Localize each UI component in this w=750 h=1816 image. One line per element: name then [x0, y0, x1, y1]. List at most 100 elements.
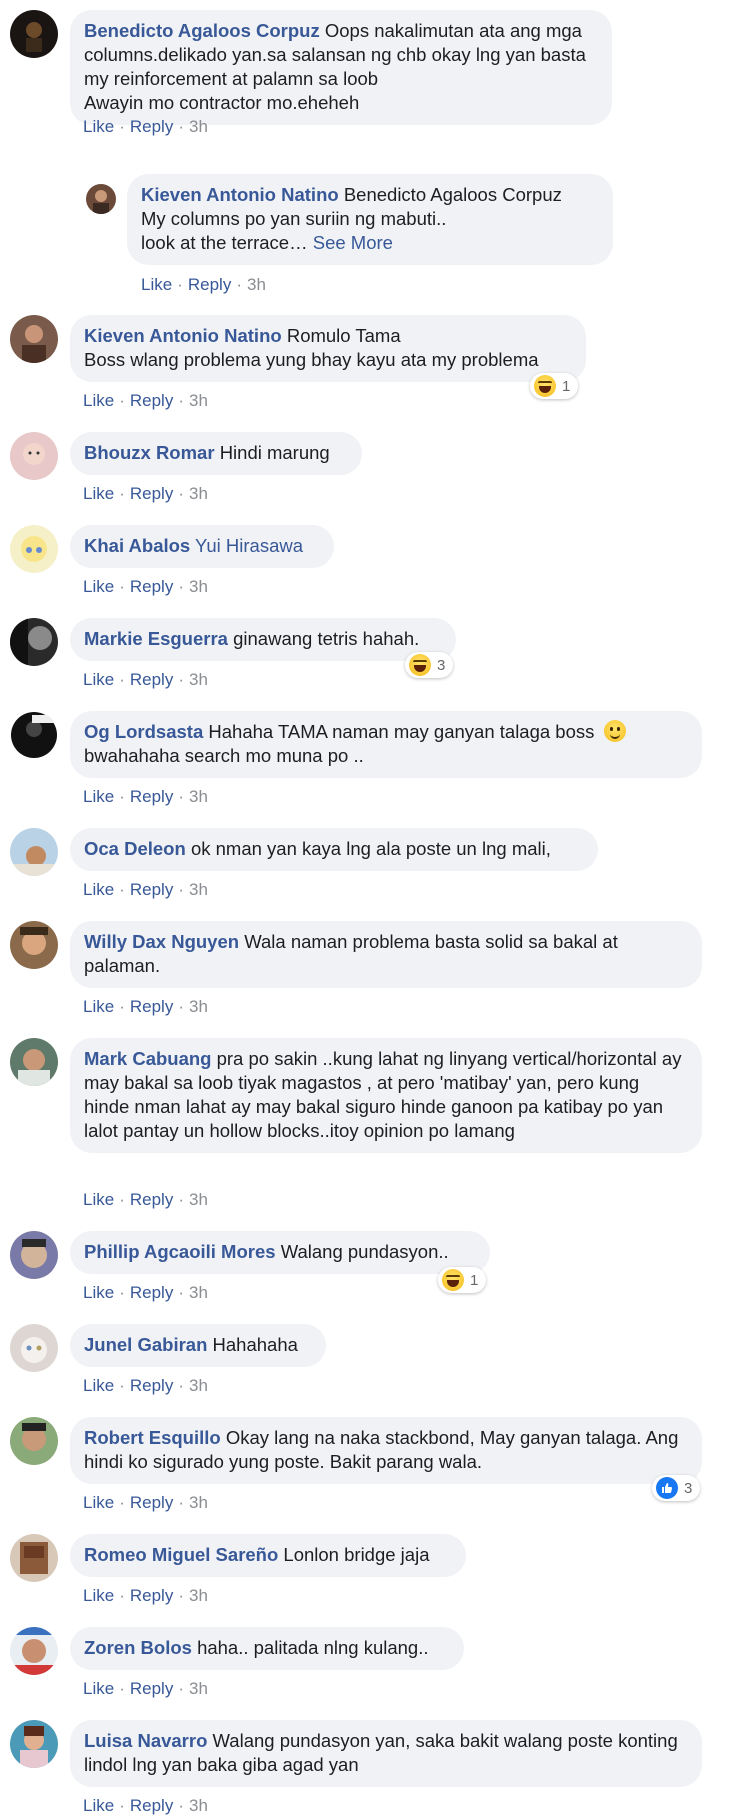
- like-link[interactable]: Like: [83, 787, 114, 806]
- avatar[interactable]: [86, 184, 116, 214]
- timestamp[interactable]: 3h: [189, 880, 208, 899]
- reply-link[interactable]: Reply: [130, 1283, 173, 1302]
- comment-author[interactable]: Willy Dax Nguyen: [84, 931, 239, 952]
- like-link[interactable]: Like: [83, 1190, 114, 1209]
- timestamp[interactable]: 3h: [189, 117, 208, 136]
- reaction-badge[interactable]: 3: [652, 1475, 701, 1501]
- timestamp[interactable]: 3h: [189, 1376, 208, 1395]
- timestamp[interactable]: 3h: [189, 484, 208, 503]
- comment-bubble: Luisa Navarro Walang pundasyon yan, saka…: [70, 1720, 702, 1787]
- comment-author[interactable]: Markie Esguerra: [84, 628, 228, 649]
- avatar[interactable]: [10, 828, 58, 876]
- reply-link[interactable]: Reply: [130, 787, 173, 806]
- reply-link[interactable]: Reply: [130, 391, 173, 410]
- timestamp[interactable]: 3h: [189, 670, 208, 689]
- comment-actions: Like · Reply · 3h: [83, 880, 208, 900]
- reply-link[interactable]: Reply: [130, 117, 173, 136]
- comment-author[interactable]: Og Lordsasta: [84, 721, 203, 742]
- comment-author[interactable]: Zoren Bolos: [84, 1637, 192, 1658]
- timestamp[interactable]: 3h: [189, 1796, 208, 1815]
- comment-author[interactable]: Phillip Agcaoili Mores: [84, 1241, 276, 1262]
- like-link[interactable]: Like: [83, 1679, 114, 1698]
- separator: ·: [178, 1283, 184, 1302]
- reply-link[interactable]: Reply: [130, 1679, 173, 1698]
- separator: ·: [178, 787, 184, 806]
- reply-link[interactable]: Reply: [130, 997, 173, 1016]
- timestamp[interactable]: 3h: [189, 1190, 208, 1209]
- timestamp[interactable]: 3h: [247, 275, 266, 294]
- avatar[interactable]: [10, 1231, 58, 1279]
- reaction-badge[interactable]: 1: [530, 373, 579, 399]
- like-link[interactable]: Like: [83, 880, 114, 899]
- avatar[interactable]: [10, 1627, 58, 1675]
- avatar[interactable]: [10, 1720, 58, 1768]
- reply-link[interactable]: Reply: [188, 275, 231, 294]
- comment-author[interactable]: Benedicto Agaloos Corpuz: [84, 20, 320, 41]
- like-link[interactable]: Like: [83, 1493, 114, 1512]
- avatar[interactable]: [10, 10, 58, 58]
- avatar[interactable]: [10, 1324, 58, 1372]
- comment-author[interactable]: Oca Deleon: [84, 838, 186, 859]
- like-link[interactable]: Like: [83, 997, 114, 1016]
- like-link[interactable]: Like: [83, 1376, 114, 1395]
- comment-author[interactable]: Junel Gabiran: [84, 1334, 207, 1355]
- avatar[interactable]: [10, 315, 58, 363]
- avatar[interactable]: [10, 525, 58, 573]
- like-link[interactable]: Like: [83, 1283, 114, 1302]
- separator: ·: [119, 1283, 125, 1302]
- avatar[interactable]: [10, 618, 58, 666]
- comment-text: ok nman yan kaya lng ala poste un lng ma…: [190, 838, 551, 859]
- comment-author[interactable]: Robert Esquillo: [84, 1427, 221, 1448]
- timestamp[interactable]: 3h: [189, 997, 208, 1016]
- comment-author[interactable]: Kieven Antonio Natino: [84, 325, 282, 346]
- see-more-link[interactable]: See More: [313, 232, 393, 253]
- comment-bubble: Phillip Agcaoili Mores Walang pundasyon.…: [70, 1231, 490, 1274]
- comment-author[interactable]: Khai Abalos: [84, 535, 190, 556]
- like-link[interactable]: Like: [83, 577, 114, 596]
- comment-bubble: Kieven Antonio Natino Romulo Tama Boss w…: [70, 315, 586, 382]
- comment-author[interactable]: Bhouzx Romar: [84, 442, 215, 463]
- reply-link[interactable]: Reply: [130, 577, 173, 596]
- like-link[interactable]: Like: [83, 484, 114, 503]
- like-link[interactable]: Like: [83, 670, 114, 689]
- comment-author[interactable]: Kieven Antonio Natino: [141, 184, 339, 205]
- like-link[interactable]: Like: [83, 1586, 114, 1605]
- reply-link[interactable]: Reply: [130, 1586, 173, 1605]
- separator: ·: [177, 275, 183, 294]
- timestamp[interactable]: 3h: [189, 1283, 208, 1302]
- timestamp[interactable]: 3h: [189, 577, 208, 596]
- like-link[interactable]: Like: [83, 117, 114, 136]
- reply-link[interactable]: Reply: [130, 1376, 173, 1395]
- timestamp[interactable]: 3h: [189, 787, 208, 806]
- avatar[interactable]: [10, 1417, 58, 1465]
- smile-emoji-icon: [603, 720, 626, 742]
- timestamp[interactable]: 3h: [189, 1679, 208, 1698]
- avatar[interactable]: [10, 432, 58, 480]
- reaction-badge[interactable]: 1: [438, 1267, 487, 1293]
- timestamp[interactable]: 3h: [189, 1493, 208, 1512]
- avatar[interactable]: [10, 711, 58, 759]
- reply-link[interactable]: Reply: [130, 880, 173, 899]
- comment-author[interactable]: Luisa Navarro: [84, 1730, 207, 1751]
- reply-link[interactable]: Reply: [130, 670, 173, 689]
- comment-text: ginawang tetris hahah.: [233, 628, 420, 649]
- avatar[interactable]: [10, 1038, 58, 1086]
- separator: ·: [178, 1679, 184, 1698]
- comment-author[interactable]: Romeo Miguel Sareño: [84, 1544, 278, 1565]
- timestamp[interactable]: 3h: [189, 1586, 208, 1605]
- like-link[interactable]: Like: [83, 391, 114, 410]
- reply-link[interactable]: Reply: [130, 484, 173, 503]
- avatar[interactable]: [10, 1534, 58, 1582]
- reaction-badge[interactable]: 3: [405, 652, 454, 678]
- reply-link[interactable]: Reply: [130, 1796, 173, 1815]
- mention-link[interactable]: Yui Hirasawa: [195, 535, 303, 556]
- reply-link[interactable]: Reply: [130, 1190, 173, 1209]
- timestamp[interactable]: 3h: [189, 391, 208, 410]
- like-link[interactable]: Like: [141, 275, 172, 294]
- comment-text: haha.. palitada nlng kulang..: [197, 1637, 429, 1658]
- comment-text: Hahaha TAMA naman may ganyan talaga boss: [208, 721, 595, 742]
- reply-link[interactable]: Reply: [130, 1493, 173, 1512]
- comment-author[interactable]: Mark Cabuang: [84, 1048, 211, 1069]
- like-link[interactable]: Like: [83, 1796, 114, 1815]
- avatar[interactable]: [10, 921, 58, 969]
